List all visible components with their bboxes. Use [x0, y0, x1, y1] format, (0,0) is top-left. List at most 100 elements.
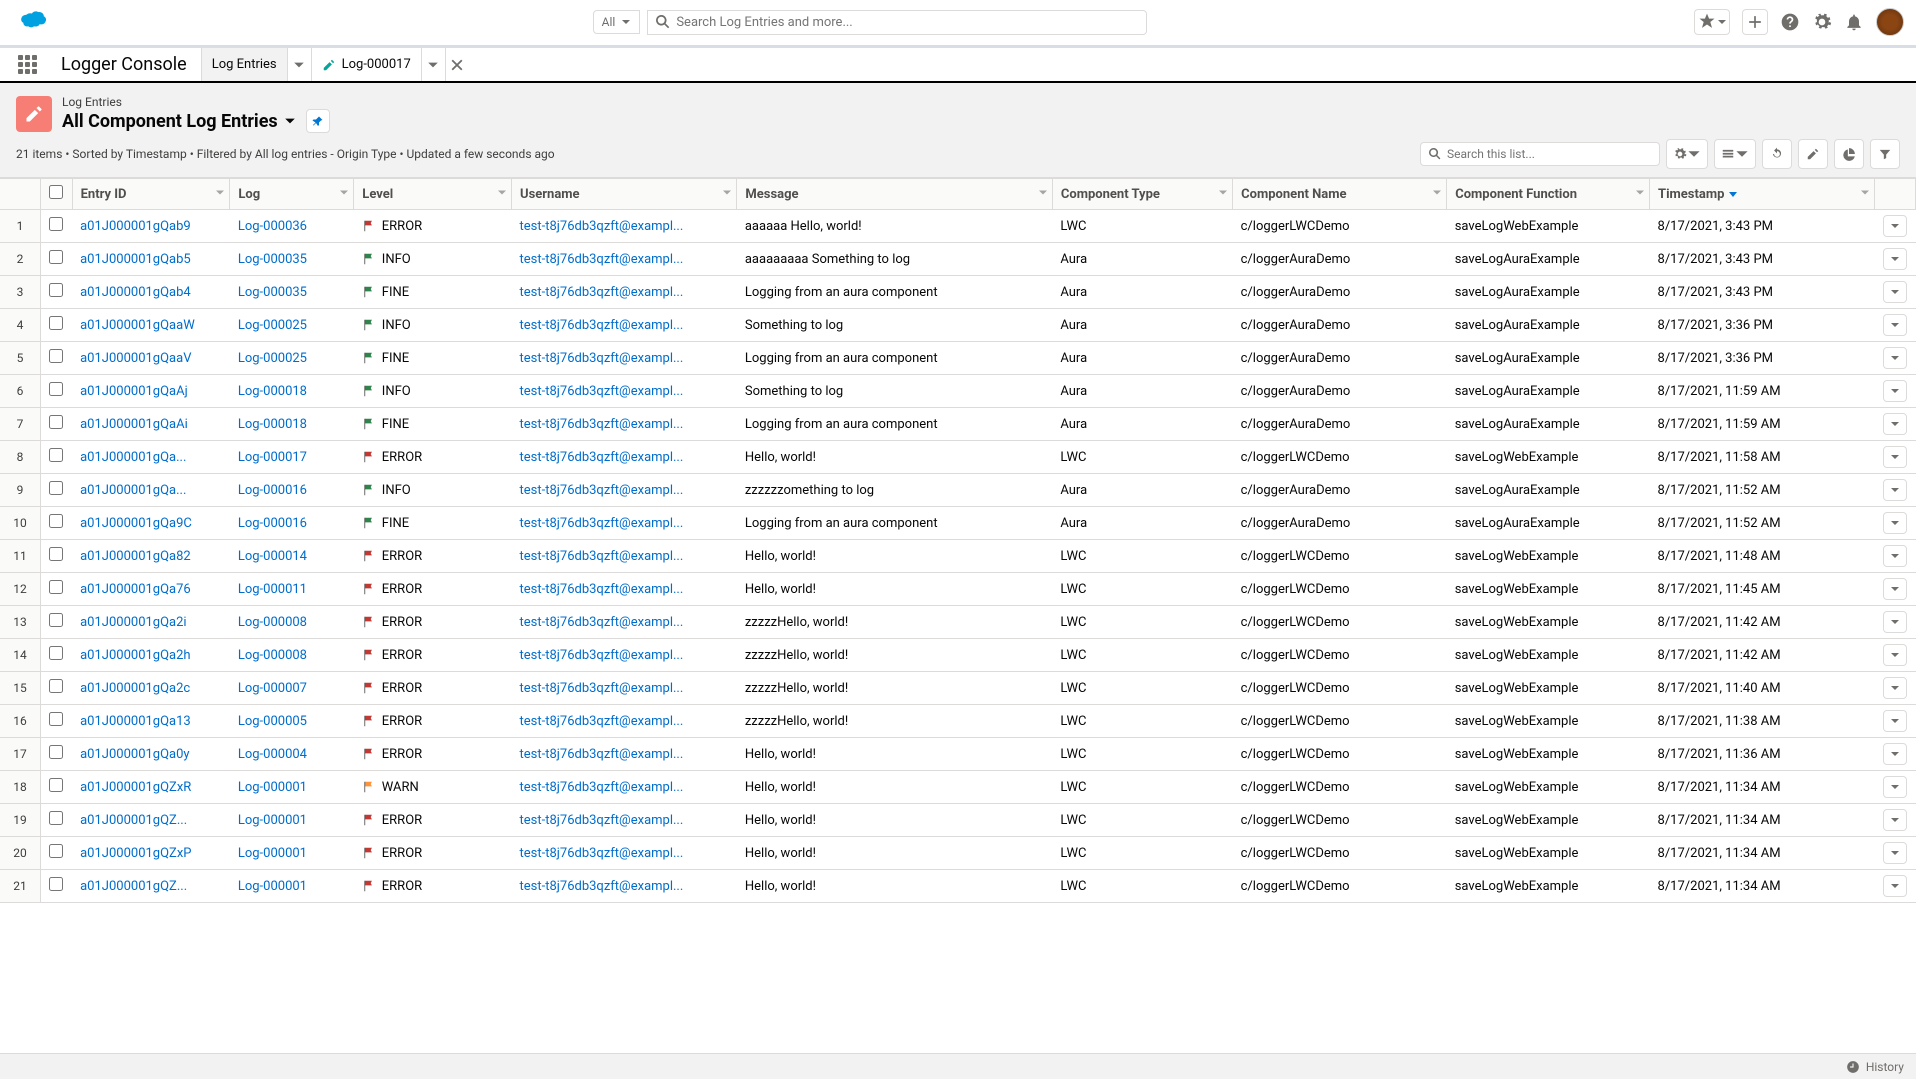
column-header[interactable]: Message [737, 179, 1052, 210]
row-action-menu[interactable] [1883, 875, 1907, 897]
row-select[interactable] [41, 309, 73, 342]
cell-log[interactable]: Log-000004 [230, 738, 354, 771]
row-checkbox[interactable] [49, 349, 63, 363]
tab-chevron[interactable] [287, 48, 311, 81]
edit-list-button[interactable] [1798, 139, 1828, 169]
display-as-button[interactable] [1714, 139, 1756, 169]
column-header[interactable]: Entry ID [72, 179, 230, 210]
cell-log[interactable]: Log-000001 [230, 804, 354, 837]
filter-button[interactable] [1870, 139, 1900, 169]
row-select[interactable] [41, 474, 73, 507]
cell-username[interactable]: test-t8j76db3qzft@exampl... [512, 342, 737, 375]
cell-entry-id[interactable]: a01J000001gQZ... [72, 870, 230, 903]
cell-username[interactable]: test-t8j76db3qzft@exampl... [512, 672, 737, 705]
cell-username[interactable]: test-t8j76db3qzft@exampl... [512, 309, 737, 342]
row-checkbox[interactable] [49, 514, 63, 528]
cell-entry-id[interactable]: a01J000001gQab4 [72, 276, 230, 309]
row-action-menu[interactable] [1883, 611, 1907, 633]
cell-username[interactable]: test-t8j76db3qzft@exampl... [512, 243, 737, 276]
select-all-checkbox[interactable] [49, 185, 63, 199]
cell-username[interactable]: test-t8j76db3qzft@exampl... [512, 606, 737, 639]
row-action-menu[interactable] [1883, 677, 1907, 699]
cell-entry-id[interactable]: a01J000001gQZ... [72, 804, 230, 837]
row-action-menu[interactable] [1883, 347, 1907, 369]
row-select[interactable] [41, 672, 73, 705]
row-action-menu[interactable] [1883, 644, 1907, 666]
cell-entry-id[interactable]: a01J000001gQa2i [72, 606, 230, 639]
tab-close[interactable] [445, 48, 469, 81]
column-header[interactable]: Level [354, 179, 512, 210]
list-view-controls-button[interactable] [1666, 139, 1708, 169]
cell-entry-id[interactable]: a01J000001gQaAj [72, 375, 230, 408]
tab-chevron[interactable] [421, 48, 445, 81]
column-header[interactable]: Component Function [1447, 179, 1650, 210]
row-checkbox[interactable] [49, 283, 63, 297]
cell-entry-id[interactable]: a01J000001gQaAi [72, 408, 230, 441]
row-action-menu[interactable] [1883, 809, 1907, 831]
row-checkbox[interactable] [49, 679, 63, 693]
cell-entry-id[interactable]: a01J000001gQa13 [72, 705, 230, 738]
cell-entry-id[interactable]: a01J000001gQZxR [72, 771, 230, 804]
row-action-menu[interactable] [1883, 314, 1907, 336]
cell-username[interactable]: test-t8j76db3qzft@exampl... [512, 375, 737, 408]
cell-username[interactable]: test-t8j76db3qzft@exampl... [512, 639, 737, 672]
col-select[interactable] [41, 179, 73, 210]
cell-username[interactable]: test-t8j76db3qzft@exampl... [512, 771, 737, 804]
row-select[interactable] [41, 342, 73, 375]
row-select[interactable] [41, 705, 73, 738]
help-icon[interactable] [1780, 12, 1800, 32]
list-search-input[interactable] [1447, 147, 1651, 161]
cell-log[interactable]: Log-000018 [230, 375, 354, 408]
cell-log[interactable]: Log-000025 [230, 342, 354, 375]
row-checkbox[interactable] [49, 250, 63, 264]
column-header[interactable]: Component Name [1233, 179, 1447, 210]
row-action-menu[interactable] [1883, 215, 1907, 237]
row-checkbox[interactable] [49, 547, 63, 561]
row-select[interactable] [41, 837, 73, 870]
row-action-menu[interactable] [1883, 578, 1907, 600]
cell-log[interactable]: Log-000035 [230, 243, 354, 276]
cell-username[interactable]: test-t8j76db3qzft@exampl... [512, 276, 737, 309]
cell-log[interactable]: Log-000036 [230, 210, 354, 243]
cell-log[interactable]: Log-000011 [230, 573, 354, 606]
cell-username[interactable]: test-t8j76db3qzft@exampl... [512, 210, 737, 243]
cell-username[interactable]: test-t8j76db3qzft@exampl... [512, 408, 737, 441]
cell-log[interactable]: Log-000001 [230, 837, 354, 870]
cell-entry-id[interactable]: a01J000001gQaaV [72, 342, 230, 375]
cell-entry-id[interactable]: a01J000001gQaaW [72, 309, 230, 342]
cell-log[interactable]: Log-000025 [230, 309, 354, 342]
row-checkbox[interactable] [49, 778, 63, 792]
row-checkbox[interactable] [49, 382, 63, 396]
cell-log[interactable]: Log-000007 [230, 672, 354, 705]
row-select[interactable] [41, 408, 73, 441]
cell-entry-id[interactable]: a01J000001gQa82 [72, 540, 230, 573]
cell-log[interactable]: Log-000005 [230, 705, 354, 738]
row-action-menu[interactable] [1883, 413, 1907, 435]
row-action-menu[interactable] [1883, 743, 1907, 765]
row-select[interactable] [41, 771, 73, 804]
cell-username[interactable]: test-t8j76db3qzft@exampl... [512, 573, 737, 606]
chart-button[interactable] [1834, 139, 1864, 169]
cell-entry-id[interactable]: a01J000001gQa9C [72, 507, 230, 540]
row-action-menu[interactable] [1883, 776, 1907, 798]
row-checkbox[interactable] [49, 316, 63, 330]
row-action-menu[interactable] [1883, 446, 1907, 468]
row-select[interactable] [41, 375, 73, 408]
cell-log[interactable]: Log-000008 [230, 639, 354, 672]
workspace-tab[interactable]: Log-000017 [311, 48, 421, 81]
cell-log[interactable]: Log-000018 [230, 408, 354, 441]
global-search[interactable] [647, 10, 1147, 35]
row-select[interactable] [41, 243, 73, 276]
row-action-menu[interactable] [1883, 842, 1907, 864]
row-action-menu[interactable] [1883, 512, 1907, 534]
row-checkbox[interactable] [49, 811, 63, 825]
cell-username[interactable]: test-t8j76db3qzft@exampl... [512, 705, 737, 738]
cell-entry-id[interactable]: a01J000001gQa2c [72, 672, 230, 705]
list-view-picker[interactable]: All Component Log Entries [62, 109, 330, 133]
row-select[interactable] [41, 606, 73, 639]
row-action-menu[interactable] [1883, 710, 1907, 732]
row-checkbox[interactable] [49, 217, 63, 231]
user-avatar[interactable] [1876, 8, 1904, 36]
cell-username[interactable]: test-t8j76db3qzft@exampl... [512, 441, 737, 474]
row-checkbox[interactable] [49, 415, 63, 429]
